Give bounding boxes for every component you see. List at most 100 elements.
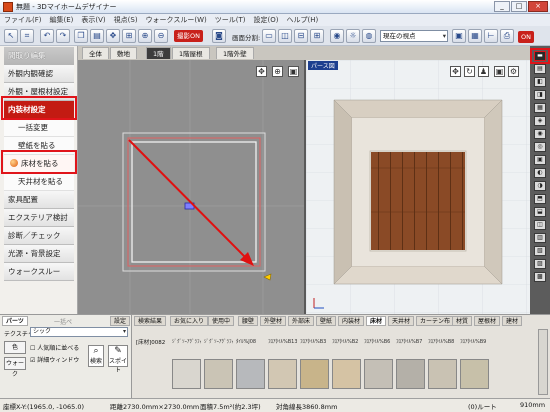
color-button[interactable]: 色 [4, 341, 26, 354]
tool6-icon[interactable]: ◉ [534, 129, 546, 139]
zoom-all-icon[interactable]: ⊞ [122, 29, 136, 43]
viewpoint-icon[interactable]: ◉ [330, 29, 344, 43]
material-swatch[interactable] [204, 359, 233, 389]
tool8-icon[interactable]: ▣ [534, 155, 546, 165]
tool7-icon[interactable]: ◎ [534, 142, 546, 152]
menu-edit[interactable]: 編集(E) [46, 14, 78, 26]
perspective-view[interactable]: パース図 ✥ ↻ ♟ ▣ ⚙ [304, 60, 530, 314]
material-swatch[interactable] [332, 359, 361, 389]
material-swatch[interactable] [268, 359, 297, 389]
settings-button[interactable]: 設定 [110, 316, 131, 326]
tool15-icon[interactable]: ▧ [534, 246, 546, 256]
tool5-icon[interactable]: ◈ [534, 116, 546, 126]
walk-button[interactable]: ウォーク [4, 357, 26, 378]
material-swatch[interactable] [236, 359, 265, 389]
cat-tab-floor[interactable]: 床材 [366, 316, 387, 326]
fit-view-icon[interactable]: ▣ [288, 66, 299, 77]
menu-settings[interactable]: 設定(O) [250, 14, 283, 26]
tool11-icon[interactable]: ⬒ [534, 194, 546, 204]
zoom-in-icon[interactable]: ⊕ [138, 29, 152, 43]
sort-popular-check[interactable]: ☐ 人気順に並べる [30, 343, 79, 352]
material-swatch[interactable] [396, 359, 425, 389]
copy-icon[interactable]: ❐ [74, 29, 88, 43]
camera-on-button[interactable]: 撮影ON [174, 30, 203, 42]
pointer-tool-icon[interactable]: ↖ [4, 29, 18, 43]
cat-tab-in-use[interactable]: 使用中 [208, 316, 235, 326]
select-icon[interactable]: ⌗ [20, 29, 34, 43]
tab-first-floor[interactable]: 1階 [146, 47, 171, 59]
zoom-view-icon[interactable]: ⊕ [272, 66, 283, 77]
material-swatch[interactable] [364, 359, 393, 389]
detail-window-check[interactable]: ☑ 詳細ウィンドウ [30, 355, 79, 364]
material-swatch[interactable] [460, 359, 489, 389]
grid-icon[interactable]: ▦ [468, 29, 482, 43]
furniture-layout-button[interactable]: 家具配置 [4, 191, 74, 209]
split-horizontal-icon[interactable]: ⊟ [294, 29, 308, 43]
camera-icon[interactable]: ◙ [212, 29, 226, 43]
rotate-camera-icon[interactable]: ↻ [464, 66, 475, 77]
cat-tab-curtain[interactable]: カーテン布 [416, 316, 455, 326]
cat-tab-texture[interactable]: 材質 [452, 316, 473, 326]
split-single-icon[interactable]: ▭ [262, 29, 276, 43]
material-swatch[interactable] [172, 359, 201, 389]
paste-icon[interactable]: ▤ [90, 29, 104, 43]
menu-tools[interactable]: ツール(T) [211, 14, 250, 26]
cat-tab-exterior-wall[interactable]: 外壁材 [260, 316, 287, 326]
menu-viewpoint[interactable]: 視点(S) [110, 14, 142, 26]
tab-all[interactable]: 全体 [82, 47, 109, 59]
menu-walkthrough[interactable]: ウォークスルー(W) [142, 14, 211, 26]
on-toggle-button[interactable]: ON [518, 31, 534, 43]
light-background-setting-button[interactable]: 光源・背景設定 [4, 245, 74, 263]
print-icon[interactable]: ⎙ [500, 29, 514, 43]
cat-tab-roof[interactable]: 屋根材 [474, 316, 501, 326]
cat-tab-ceiling[interactable]: 天井材 [388, 316, 415, 326]
walkthrough-button[interactable]: ウォークスルー [4, 263, 74, 281]
tool13-icon[interactable]: ◫ [534, 220, 546, 230]
apply-ceiling-material-button[interactable]: 天井材を貼る [4, 173, 74, 191]
tool16-icon[interactable]: ▨ [534, 259, 546, 269]
cat-tab-building[interactable]: 建材 [502, 316, 523, 326]
floorplan-edit-button[interactable]: 間取り編集 [4, 47, 74, 65]
cat-tab-exterior-floor[interactable]: 外部床 [288, 316, 315, 326]
catalog-scrollbar[interactable] [538, 329, 548, 395]
split-vertical-icon[interactable]: ◫ [278, 29, 292, 43]
tool4-icon[interactable]: ▦ [534, 103, 546, 113]
maximize-button[interactable]: □ [511, 1, 527, 12]
parts-tab[interactable]: パーツ [2, 316, 28, 326]
fit-3d-icon[interactable]: ▣ [494, 66, 505, 77]
bulk-change-button[interactable]: 一括変更 [4, 119, 74, 137]
tool1-icon[interactable]: ▤ [534, 64, 546, 74]
dropper-button[interactable]: ✎ スポイト [108, 345, 128, 374]
cat-tab-wallpaper[interactable]: 壁紙 [316, 316, 337, 326]
material-swatch[interactable] [300, 359, 329, 389]
menu-view[interactable]: 表示(V) [77, 14, 109, 26]
menu-file[interactable]: ファイル(F) [0, 14, 46, 26]
minimize-button[interactable]: _ [494, 1, 510, 12]
move-camera-icon[interactable]: ✥ [450, 66, 461, 77]
pan-icon[interactable]: ✥ [106, 29, 120, 43]
tool17-icon[interactable]: ▩ [534, 272, 546, 282]
pan-view-icon[interactable]: ✥ [256, 66, 267, 77]
texture-select[interactable]: シック [30, 327, 128, 337]
tab-first-floor-exterior-wall[interactable]: 1階外壁 [216, 47, 254, 59]
zoom-out-icon[interactable]: ⊖ [154, 29, 168, 43]
walk-icon[interactable]: ♟ [478, 66, 489, 77]
cat-tab-interior[interactable]: 内装材 [338, 316, 365, 326]
diagnosis-check-button[interactable]: 診断／チェック [4, 227, 74, 245]
measure-icon[interactable]: ⊢ [484, 29, 498, 43]
cat-tab-wainscot[interactable]: 腰壁 [238, 316, 259, 326]
exterior-interior-check-button[interactable]: 外観内観確認 [4, 65, 74, 83]
cat-tab-favorites[interactable]: お気に入り [170, 316, 209, 326]
tab-site[interactable]: 敷地 [110, 47, 137, 59]
menu-help[interactable]: ヘルプ(H) [282, 14, 322, 26]
light-icon[interactable]: ☼ [346, 29, 360, 43]
tool10-icon[interactable]: ◑ [534, 181, 546, 191]
settings-3d-icon[interactable]: ⚙ [508, 66, 519, 77]
search-button[interactable]: ⌕ 検索 [88, 345, 104, 367]
tool12-icon[interactable]: ⬓ [534, 207, 546, 217]
tool2-icon[interactable]: ◧ [534, 77, 546, 87]
tab-first-floor-roof[interactable]: 1階屋根 [172, 47, 210, 59]
plan-view[interactable]: ✥ ⊕ ▣ [78, 60, 304, 314]
material-swatch[interactable] [428, 359, 457, 389]
viewpoint-select[interactable]: 現在の視点 [380, 30, 448, 42]
